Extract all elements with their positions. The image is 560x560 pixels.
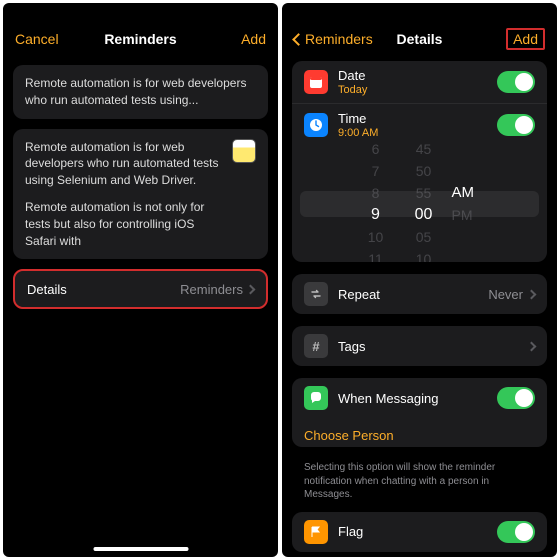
flag-group: Flag xyxy=(292,512,547,552)
phone-left-reminders: Cancel Reminders Add Remote automation i… xyxy=(3,3,278,557)
time-toggle[interactable] xyxy=(497,114,535,136)
reminder-notes-card[interactable]: Remote automation is for web developers … xyxy=(13,129,268,260)
messaging-row[interactable]: When Messaging xyxy=(292,378,547,418)
flag-toggle[interactable] xyxy=(497,521,535,543)
time-label: Time xyxy=(338,111,487,126)
back-button[interactable]: Reminders xyxy=(294,31,373,47)
chevron-left-icon xyxy=(292,33,305,46)
notes-paragraph-2: Remote automation is not only for tests … xyxy=(25,199,222,249)
messaging-toggle[interactable] xyxy=(497,387,535,409)
repeat-label: Repeat xyxy=(338,287,478,302)
picker-ampm[interactable]: AM PM xyxy=(448,146,488,262)
add-button[interactable]: Add xyxy=(506,28,545,50)
details-label: Details xyxy=(27,282,67,297)
flag-label: Flag xyxy=(338,524,487,539)
clock-icon xyxy=(304,113,328,137)
date-toggle[interactable] xyxy=(497,71,535,93)
messaging-label: When Messaging xyxy=(338,391,487,406)
add-button[interactable]: Add xyxy=(241,31,266,47)
messaging-group: When Messaging Choose Person xyxy=(292,378,547,447)
reminder-summary-card[interactable]: Remote automation is for web developers … xyxy=(13,65,268,119)
details-value: Reminders xyxy=(180,282,243,297)
content-left: Remote automation is for web developers … xyxy=(3,57,278,557)
time-picker[interactable]: 6 7 8 9 10 11 45 50 55 00 05 10 AM xyxy=(292,146,547,262)
content-right: Date Today Time 9:00 AM 6 7 xyxy=(282,57,557,557)
cancel-button[interactable]: Cancel xyxy=(15,31,59,47)
message-icon xyxy=(304,386,328,410)
date-label: Date xyxy=(338,68,487,83)
flag-row[interactable]: Flag xyxy=(292,512,547,552)
picker-hours[interactable]: 6 7 8 9 10 11 xyxy=(352,146,400,262)
flag-icon xyxy=(304,520,328,544)
messaging-helper-text: Selecting this option will show the remi… xyxy=(292,459,547,512)
date-row[interactable]: Date Today xyxy=(292,61,547,103)
repeat-group: Repeat Never xyxy=(292,274,547,314)
repeat-value: Never xyxy=(488,287,523,302)
date-value: Today xyxy=(338,84,487,96)
time-value: 9:00 AM xyxy=(338,127,487,139)
tags-row[interactable]: # Tags xyxy=(292,326,547,366)
chevron-right-icon xyxy=(527,341,537,351)
home-indicator[interactable] xyxy=(93,547,188,551)
notes-app-icon xyxy=(232,139,256,163)
calendar-icon xyxy=(304,70,328,94)
picker-minutes[interactable]: 45 50 55 00 05 10 xyxy=(400,146,448,262)
notes-paragraph-1: Remote automation is for web developers … xyxy=(25,139,222,189)
choose-person-button[interactable]: Choose Person xyxy=(292,418,547,447)
details-row[interactable]: Details Reminders xyxy=(13,269,268,309)
chevron-right-icon xyxy=(527,289,537,299)
navbar-left: Cancel Reminders Add xyxy=(3,21,278,57)
repeat-icon xyxy=(304,282,328,306)
navbar-right: Reminders Details Add xyxy=(282,21,557,57)
tags-group: # Tags xyxy=(292,326,547,366)
phone-right-details: Reminders Details Add Date Today xyxy=(282,3,557,557)
repeat-row[interactable]: Repeat Never xyxy=(292,274,547,314)
hash-icon: # xyxy=(304,334,328,358)
date-time-group: Date Today Time 9:00 AM 6 7 xyxy=(292,61,547,262)
chevron-right-icon xyxy=(246,284,256,294)
tags-label: Tags xyxy=(338,339,518,354)
